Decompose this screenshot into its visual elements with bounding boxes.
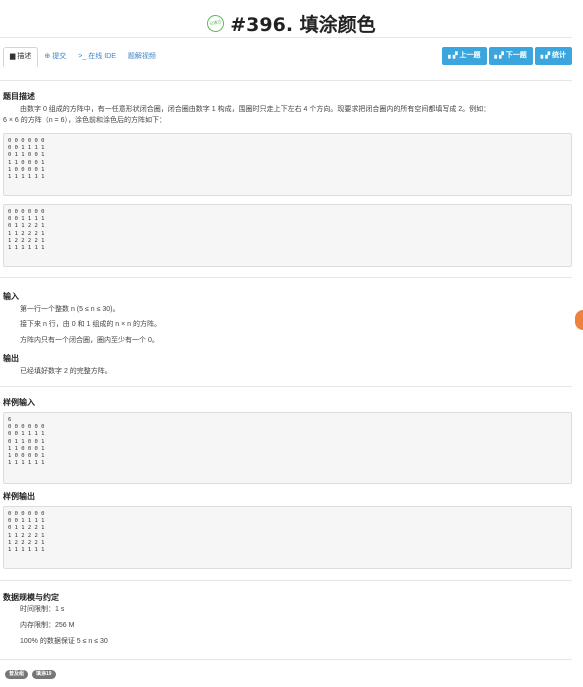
tab-description[interactable]: ▆ 描述: [3, 47, 39, 67]
input-heading: 输入: [3, 292, 19, 301]
tab-online-ide[interactable]: >_ 在线 IDE: [72, 47, 122, 67]
output-line-1: 已经填好数字 2 的完整方阵。: [20, 368, 112, 375]
tab-label: 描述: [17, 53, 32, 60]
input-line-3: 方阵内只有一个闭合圈，圈内至少有一个 0。: [20, 337, 159, 344]
next-problem-button[interactable]: ▖▞ 下一题: [488, 47, 533, 65]
divider: [0, 659, 572, 660]
file-icon: ▆: [10, 53, 16, 60]
data-guarantee: 100% 的数据保证 5 ≤ n ≤ 30: [20, 638, 108, 645]
problem-tabs: ▆ 描述 ⊕ 提交 >_ 在线 IDE 题解视频: [3, 47, 162, 67]
button-label: 下一题: [505, 52, 527, 59]
divider: [0, 386, 572, 387]
tab-solution-video[interactable]: 题解视频: [122, 47, 162, 67]
problem-header: 已通过 #396. 填涂颜色: [0, 10, 583, 36]
tag-badge[interactable]: 普及组: [5, 670, 29, 679]
tab-label: 提交: [52, 53, 67, 60]
button-label: 上一题: [459, 52, 481, 59]
bar-chart-icon: ▖▞: [540, 53, 550, 59]
description-heading: 题目描述: [3, 92, 35, 101]
memory-limit: 内存限制：256 M: [20, 622, 75, 629]
time-limit: 时间限制：1 s: [20, 606, 65, 613]
floating-helper-icon[interactable]: [575, 310, 583, 330]
accepted-stamp: 已通过: [205, 13, 226, 34]
input-line-1: 第一行一个整数 n (5 ≤ n ≤ 30)。: [20, 306, 120, 313]
statistics-button[interactable]: ▖▞ 统计: [534, 47, 572, 65]
limits-heading: 数据规模与约定: [3, 593, 59, 602]
sample-output-heading: 样例输出: [3, 492, 35, 501]
description-line-1: 由数字 0 组成的方阵中，有一任意形状闭合圈，闭合圈由数字 1 构成，围圈时只走…: [20, 106, 491, 113]
terminal-icon: >_: [78, 53, 87, 60]
tag-list: 普及组 填涂19: [5, 670, 56, 679]
bar-chart-icon: ▖▞: [494, 53, 504, 59]
tab-submit[interactable]: ⊕ 提交: [38, 47, 72, 67]
sample-input-box: 6 0 0 0 0 0 0 0 0 1 1 1 1 0 1 1 0 0 1 1 …: [3, 412, 572, 484]
page-title: #396. 填涂颜色: [230, 14, 376, 36]
prev-problem-button[interactable]: ▖▞ 上一题: [442, 47, 487, 65]
tag-badge[interactable]: 填涂19: [32, 670, 56, 679]
description-line-2: 6 × 6 的方阵（n = 6），涂色前和涂色后的方阵如下：: [3, 117, 166, 124]
tab-label: 题解视频: [127, 53, 156, 60]
submit-icon: ⊕: [44, 53, 51, 60]
sample-output-box: 0 0 0 0 0 0 0 0 1 1 1 1 0 1 1 2 2 1 1 1 …: [3, 506, 572, 569]
button-label: 统计: [552, 52, 566, 59]
divider: [0, 80, 572, 81]
divider: [0, 580, 572, 581]
bar-chart-icon: ▖▞: [448, 53, 458, 59]
problem-nav-buttons: ▖▞ 上一题 ▖▞ 下一题 ▖▞ 统计: [442, 47, 572, 65]
grid-before-box: 0 0 0 0 0 0 0 0 1 1 1 1 0 1 1 0 0 1 1 1 …: [3, 133, 572, 196]
divider: [0, 37, 572, 38]
output-heading: 输出: [3, 354, 19, 363]
grid-after-box: 0 0 0 0 0 0 0 0 1 1 1 1 0 1 1 2 2 1 1 1 …: [3, 204, 572, 267]
divider: [0, 277, 572, 278]
input-line-2: 接下来 n 行，由 0 和 1 组成的 n × n 的方阵。: [20, 321, 162, 328]
sample-input-heading: 样例输入: [3, 398, 35, 407]
tab-label: 在线 IDE: [88, 53, 116, 60]
